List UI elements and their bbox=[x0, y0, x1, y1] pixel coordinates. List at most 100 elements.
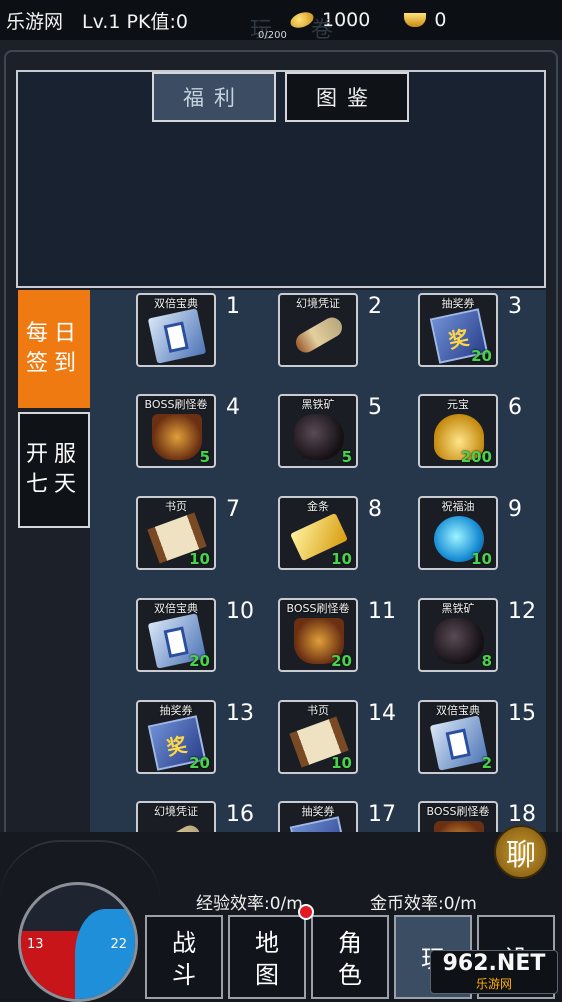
level-pk-text: Lv.1 PK值:0 bbox=[82, 10, 188, 33]
reward-slot[interactable]: BOSS刷怪卷 bbox=[418, 801, 498, 832]
reward-name: 抽奖券 bbox=[159, 704, 193, 717]
reward-cell[interactable]: 幻境凭证 2 bbox=[250, 290, 390, 370]
book-icon bbox=[147, 308, 207, 364]
reward-name: 黑铁矿 bbox=[301, 398, 335, 411]
reward-slot[interactable]: 幻境凭证 bbox=[278, 293, 358, 367]
reward-name: 幻境凭证 bbox=[296, 297, 340, 310]
reward-quantity: 10 bbox=[189, 550, 210, 568]
reward-quantity: 2 bbox=[481, 754, 492, 772]
side-tab-label: 签到 bbox=[25, 351, 82, 376]
boss-icon bbox=[434, 821, 484, 832]
reward-cell[interactable]: 祝福油 10 9 bbox=[390, 493, 530, 573]
reward-cell[interactable]: 双倍宝典 20 10 bbox=[108, 595, 254, 675]
reward-cell[interactable]: 黑铁矿 5 5 bbox=[250, 391, 390, 471]
reward-cell[interactable]: 双倍宝典 2 15 bbox=[390, 697, 536, 777]
reward-slot[interactable]: 双倍宝典 2 bbox=[418, 700, 498, 774]
reward-name: 祝福油 bbox=[441, 500, 475, 513]
reward-cell[interactable]: 书页 10 14 bbox=[250, 697, 396, 777]
reward-name: 元宝 bbox=[447, 398, 469, 411]
reward-cell[interactable]: 金条 10 8 bbox=[250, 493, 390, 573]
reward-name: BOSS刷怪卷 bbox=[426, 805, 490, 818]
side-tab-label: 每日 bbox=[25, 321, 82, 346]
nav-label: 斗 bbox=[172, 961, 196, 989]
reward-slot[interactable]: BOSS刷怪卷 5 bbox=[136, 394, 216, 468]
notification-dot bbox=[298, 904, 314, 920]
reward-cell[interactable]: 抽奖券 20 3 bbox=[390, 290, 530, 370]
reward-quantity: 20 bbox=[331, 652, 352, 670]
tab-welfare[interactable]: 福利 bbox=[152, 72, 276, 122]
nav-character-button[interactable]: 角色 bbox=[311, 915, 389, 999]
reward-cell[interactable]: 幻境凭证 16 bbox=[108, 798, 254, 832]
reward-name: 黑铁矿 bbox=[441, 602, 475, 615]
reward-name: 抽奖券 bbox=[301, 805, 335, 818]
reward-slot[interactable]: 双倍宝典 20 bbox=[136, 598, 216, 672]
reward-cell[interactable]: BOSS刷怪卷 5 4 bbox=[108, 391, 248, 471]
reward-name: 双倍宝典 bbox=[154, 297, 198, 310]
reward-slot[interactable]: 祝福油 10 bbox=[418, 496, 498, 570]
reward-slot[interactable]: 幻境凭证 bbox=[136, 801, 216, 832]
site-logo: 962.NET 乐游网 bbox=[430, 950, 558, 994]
nav-label: 角 bbox=[338, 929, 362, 957]
reward-quantity: 20 bbox=[471, 347, 492, 365]
reward-quantity: 10 bbox=[331, 550, 352, 568]
reward-slot[interactable]: 黑铁矿 8 bbox=[418, 598, 498, 672]
reward-slot[interactable]: 抽奖券 20 bbox=[418, 293, 498, 367]
day-number: 7 bbox=[226, 497, 240, 522]
day-number: 2 bbox=[368, 294, 382, 319]
reward-slot[interactable]: BOSS刷怪卷 20 bbox=[278, 598, 358, 672]
reward-quantity: 10 bbox=[471, 550, 492, 568]
nav-battle-button[interactable]: 战斗 bbox=[145, 915, 223, 999]
day-number: 15 bbox=[508, 701, 536, 726]
reward-slot[interactable]: 黑铁矿 5 bbox=[278, 394, 358, 468]
reward-name: 抽奖券 bbox=[441, 297, 475, 310]
reward-quantity: 10 bbox=[331, 754, 352, 772]
exp-efficiency: 经验效率:0/m bbox=[196, 894, 303, 914]
header-panel bbox=[16, 70, 546, 288]
side-tab-label: 开服 bbox=[25, 442, 82, 467]
book-icon bbox=[429, 715, 489, 771]
reward-name: 书页 bbox=[165, 500, 187, 513]
scroll-icon bbox=[292, 313, 346, 357]
side-tab-daily-signin[interactable]: 每日 签到 bbox=[18, 290, 90, 408]
boss-icon bbox=[152, 414, 202, 460]
mp-value: 22 bbox=[110, 937, 127, 952]
logo-main: 962.NET bbox=[442, 951, 546, 976]
reward-slot[interactable]: 抽奖券 bbox=[278, 801, 358, 832]
tab-catalog[interactable]: 图鉴 bbox=[285, 72, 409, 122]
reward-name: 双倍宝典 bbox=[154, 602, 198, 615]
reward-quantity: 20 bbox=[189, 754, 210, 772]
reward-slot[interactable]: 书页 10 bbox=[278, 700, 358, 774]
site-name: 乐游网 bbox=[6, 10, 64, 33]
nav-map-button[interactable]: 地图 bbox=[228, 915, 306, 999]
reward-cell[interactable]: 抽奖券2013 bbox=[108, 697, 254, 777]
reward-slot[interactable]: 抽奖券 20 bbox=[136, 700, 216, 774]
hp-mp-orb: 13 22 bbox=[18, 882, 138, 1002]
reward-cell[interactable]: BOSS刷怪卷 20 11 bbox=[250, 595, 396, 675]
day-number: 12 bbox=[508, 599, 536, 624]
reward-slot[interactable]: 双倍宝典 bbox=[136, 293, 216, 367]
reward-quantity: 5 bbox=[199, 448, 210, 466]
reward-quantity: 200 bbox=[460, 448, 492, 466]
reward-slot[interactable]: 书页 10 bbox=[136, 496, 216, 570]
top-status-bar: 乐游网 Lv.1 PK值:0 1000 0 玩 卷 0/200 bbox=[0, 0, 562, 43]
day-number: 3 bbox=[508, 294, 522, 319]
reward-cell[interactable]: 抽奖券17 bbox=[250, 798, 396, 832]
day-number: 18 bbox=[508, 802, 536, 827]
reward-cell[interactable]: 元宝 200 6 bbox=[390, 391, 530, 471]
reward-name: BOSS刷怪卷 bbox=[286, 602, 350, 615]
day-number: 5 bbox=[368, 395, 382, 420]
nav-label: 战 bbox=[172, 929, 196, 957]
logo-sub: 乐游网 bbox=[475, 977, 512, 991]
ore-icon bbox=[294, 414, 344, 460]
side-tab-seven-days[interactable]: 开服 七天 bbox=[18, 412, 90, 528]
reward-quantity: 8 bbox=[481, 652, 492, 670]
day-number: 1 bbox=[226, 294, 240, 319]
reward-grid: 双倍宝典 1 幻境凭证 2 抽奖券 20 3 BOSS刷怪卷 5 4 黑铁矿 5 5 元宝 200 6 书页 10… bbox=[90, 290, 546, 832]
reward-slot[interactable]: 元宝 200 bbox=[418, 394, 498, 468]
reward-cell[interactable]: 双倍宝典 1 bbox=[108, 290, 248, 370]
hp-value: 13 bbox=[27, 937, 44, 952]
chat-button[interactable]: 聊 bbox=[494, 825, 548, 879]
reward-cell[interactable]: 黑铁矿 8 12 bbox=[390, 595, 536, 675]
reward-cell[interactable]: 书页 10 7 bbox=[108, 493, 248, 573]
reward-slot[interactable]: 金条 10 bbox=[278, 496, 358, 570]
